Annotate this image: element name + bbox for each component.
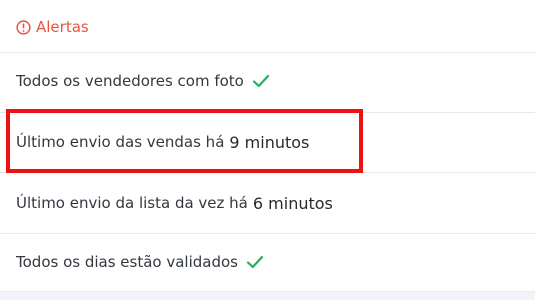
alerts-panel: Alertas Todos os vendedores com foto Últ… [0, 0, 535, 300]
alert-item-time: 6 minutos [252, 193, 333, 213]
check-icon [246, 255, 264, 269]
footer-bar [0, 291, 535, 300]
divider [0, 172, 535, 173]
alert-item-sales-upload: Último envio das vendas há 9 minutos [16, 129, 535, 155]
divider [0, 52, 535, 53]
divider [0, 233, 535, 234]
divider [0, 112, 535, 113]
alerts-title: Alertas [36, 18, 89, 36]
alert-item-text: Todos os dias estão validados [16, 253, 238, 271]
alert-item-text: Todos os vendedores com foto [16, 72, 244, 90]
alert-circle-icon [16, 19, 31, 35]
alert-item-time: 9 minutos [229, 132, 310, 152]
alert-item-days-validated: Todos os dias estão validados [16, 249, 535, 275]
alert-item-sellers-photo: Todos os vendedores com foto [16, 68, 535, 94]
alert-item-queue-upload: Último envio da lista da vez há 6 minuto… [16, 190, 535, 216]
alert-item-text: Último envio das vendas há [16, 133, 225, 151]
alerts-header: Alertas [16, 16, 89, 38]
check-icon [252, 74, 269, 88]
alert-item-text: Último envio da lista da vez há [16, 194, 248, 212]
